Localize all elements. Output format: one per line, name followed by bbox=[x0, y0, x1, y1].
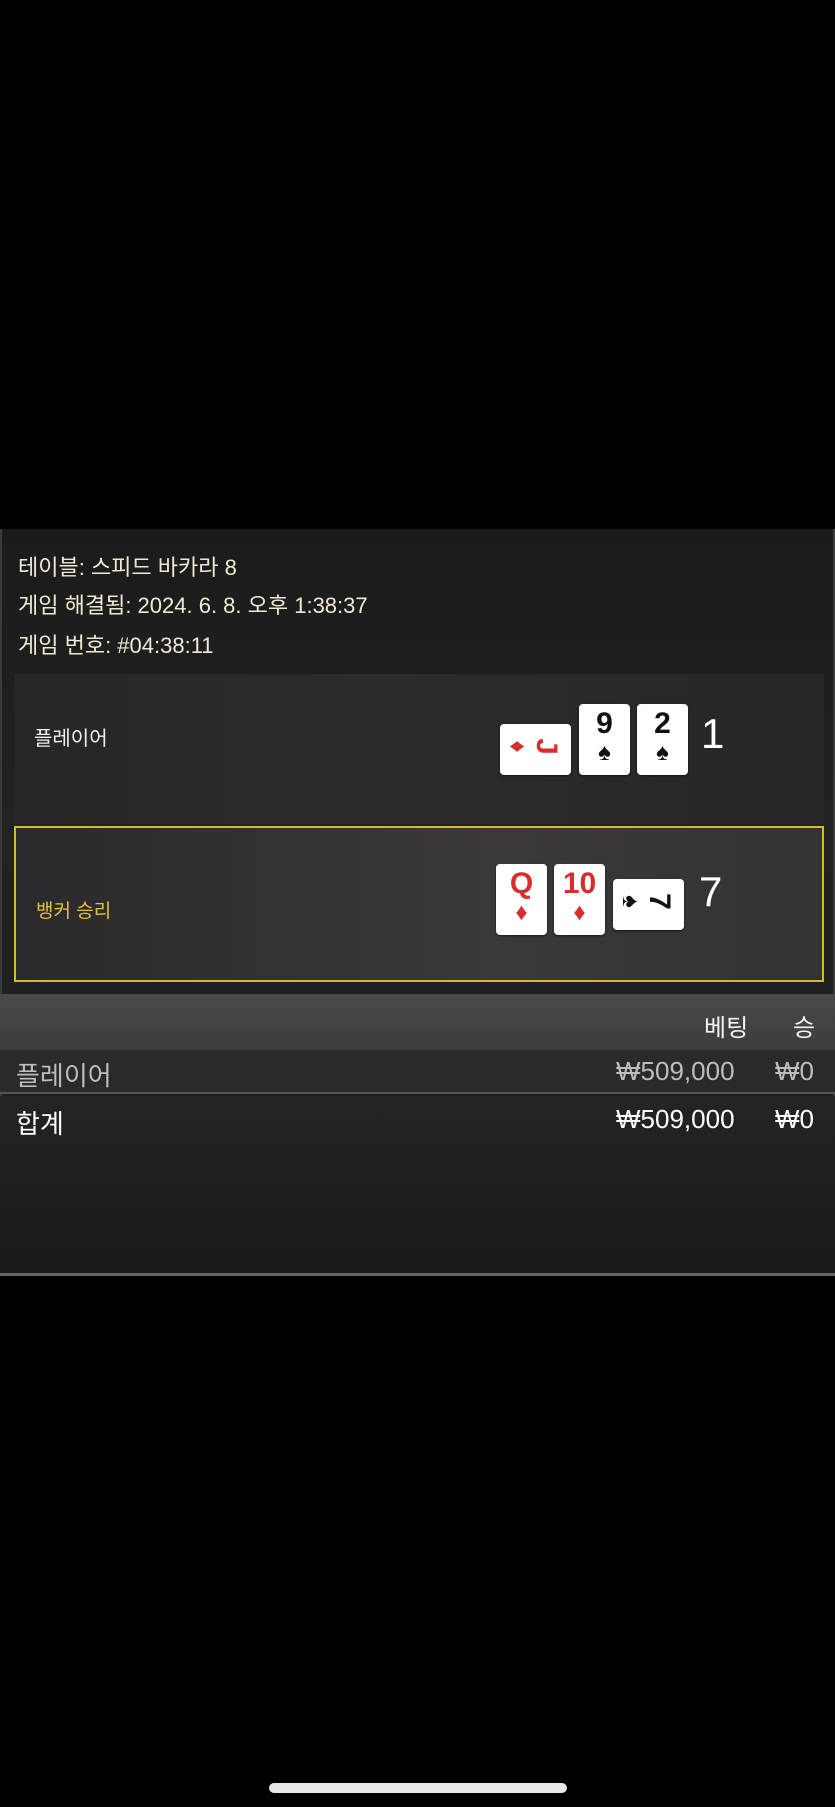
game-resolved-time: 게임 해결됨: 2024. 6. 8. 오후 1:38:37 bbox=[18, 593, 368, 618]
banker-hand: 뱅커 승리 Q ♦ 10 ♦ 7 ♠ 7 bbox=[14, 826, 824, 982]
spade-icon: ♠ bbox=[617, 895, 644, 908]
banker-score: 7 bbox=[699, 868, 723, 915]
table-total-row: 합계 ₩509,000 ₩0 bbox=[0, 1096, 835, 1274]
table-row: 플레이어 ₩509,000 ₩0 bbox=[0, 1050, 835, 1094]
game-number: 게임 번호: #04:38:11 bbox=[18, 633, 214, 658]
total-win: ₩0 bbox=[775, 1104, 814, 1134]
bet-table-header: 베팅 승 bbox=[0, 994, 835, 1050]
player-label: 플레이어 bbox=[34, 728, 108, 750]
table-name: 테이블: 스피드 바카라 8 bbox=[18, 555, 237, 580]
spade-icon: ♠ bbox=[656, 739, 669, 766]
bet-column-header: 베팅 bbox=[704, 1015, 749, 1042]
player-card-1: J ♦ bbox=[500, 724, 571, 775]
win-amount: ₩0 bbox=[775, 1056, 814, 1086]
player-card-2: 9 ♠ bbox=[579, 704, 630, 775]
total-bet: ₩509,000 bbox=[616, 1104, 735, 1134]
diamond-icon: ♦ bbox=[515, 899, 528, 926]
bet-name: 플레이어 bbox=[16, 1061, 112, 1091]
win-column-header: 승 bbox=[793, 1015, 816, 1042]
divider bbox=[0, 1273, 835, 1276]
banker-card-1: Q ♦ bbox=[496, 864, 547, 935]
banker-win-label: 뱅커 승리 bbox=[36, 901, 112, 922]
player-score: 1 bbox=[701, 710, 725, 757]
diamond-icon: ♦ bbox=[573, 899, 586, 926]
banker-card-3: 7 ♠ bbox=[613, 879, 684, 930]
player-card-3: 2 ♠ bbox=[637, 704, 688, 775]
spade-icon: ♠ bbox=[598, 739, 611, 766]
diamond-icon: ♦ bbox=[504, 740, 531, 753]
banker-card-2: 10 ♦ bbox=[554, 864, 605, 935]
total-label: 합계 bbox=[16, 1109, 64, 1139]
player-hand: 플레이어 J ♦ 9 ♠ 2 ♠ 1 bbox=[14, 674, 824, 824]
bet-amount: ₩509,000 bbox=[616, 1056, 735, 1086]
home-indicator[interactable] bbox=[269, 1783, 567, 1793]
